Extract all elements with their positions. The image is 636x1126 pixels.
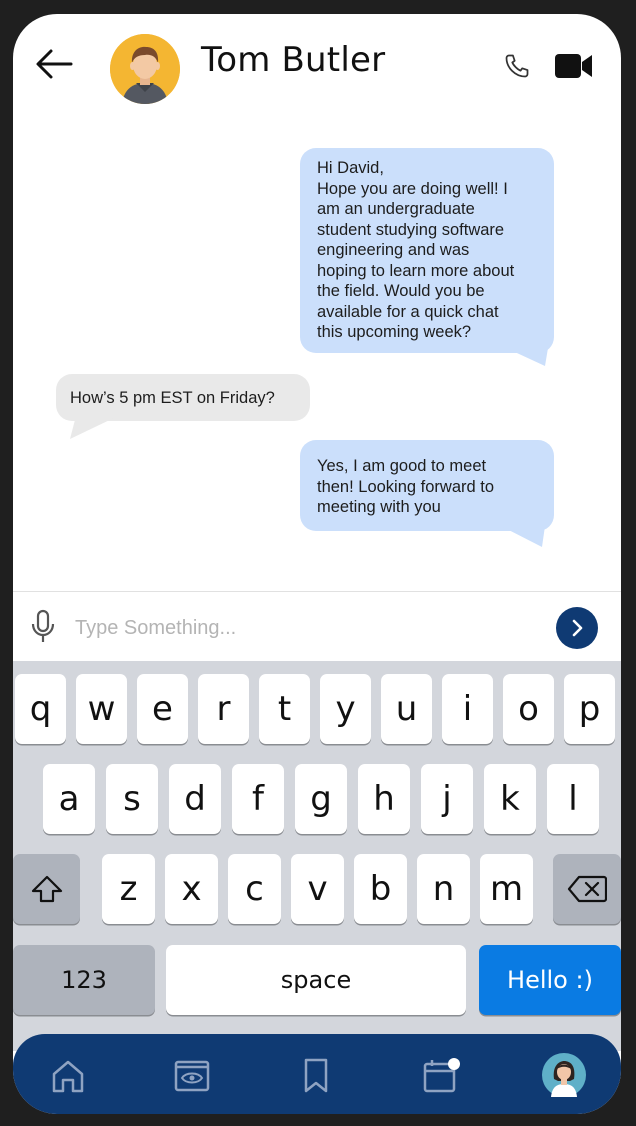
- key-f[interactable]: f: [232, 764, 284, 834]
- voice-input-button[interactable]: [30, 609, 56, 645]
- key-d[interactable]: d: [169, 764, 221, 834]
- shift-key[interactable]: [13, 854, 80, 924]
- message-line: available for a quick chat: [317, 302, 499, 321]
- key-s[interactable]: s: [106, 764, 158, 834]
- calendar-icon: [423, 1058, 460, 1093]
- key-u[interactable]: u: [381, 674, 432, 744]
- chat-header: Tom Butler: [13, 14, 621, 124]
- key-a[interactable]: a: [43, 764, 95, 834]
- bookmark-icon: [304, 1058, 328, 1093]
- back-button[interactable]: [35, 47, 75, 81]
- bubble-tail: [70, 416, 118, 439]
- key-w[interactable]: w: [76, 674, 127, 744]
- key-z[interactable]: z: [102, 854, 155, 924]
- bubble-tail: [506, 348, 548, 366]
- video-camera-icon: [555, 54, 592, 78]
- microphone-icon: [31, 609, 55, 642]
- suggestion-key[interactable]: Hello :): [479, 945, 621, 1015]
- key-y[interactable]: y: [320, 674, 371, 744]
- send-button[interactable]: [556, 607, 598, 649]
- phone-screen: Tom Butler Hi David, Hope you are doing …: [13, 14, 621, 1114]
- contact-name: Tom Butler: [201, 40, 386, 80]
- key-j[interactable]: j: [421, 764, 473, 834]
- profile-avatar-icon: [542, 1053, 586, 1097]
- nav-profile[interactable]: [542, 1053, 586, 1097]
- key-q[interactable]: q: [15, 674, 66, 744]
- key-p[interactable]: p: [564, 674, 615, 744]
- watch-icon: [174, 1060, 210, 1092]
- outgoing-message[interactable]: Yes, I am good to meet then! Looking for…: [300, 440, 554, 531]
- arrow-left-icon: [36, 49, 73, 79]
- nav-bookmarks[interactable]: [296, 1056, 336, 1096]
- nav-calendar[interactable]: [420, 1056, 460, 1096]
- key-x[interactable]: x: [165, 854, 218, 924]
- message-line: then! Looking forward to: [317, 477, 495, 496]
- chevron-right-icon: [572, 619, 583, 637]
- space-key[interactable]: space: [166, 945, 466, 1015]
- key-c[interactable]: c: [228, 854, 281, 924]
- key-r[interactable]: r: [198, 674, 249, 744]
- video-call-button[interactable]: [554, 52, 594, 80]
- key-i[interactable]: i: [442, 674, 493, 744]
- message-line: student studying software: [317, 220, 505, 239]
- message-composer: [13, 591, 621, 662]
- message-line: Hope you are doing well! I: [317, 179, 508, 198]
- notification-dot-icon: [448, 1058, 460, 1070]
- key-k[interactable]: k: [484, 764, 536, 834]
- voice-call-button[interactable]: [503, 52, 531, 80]
- home-icon: [52, 1060, 84, 1093]
- message-input[interactable]: [73, 610, 537, 646]
- message-line: this upcoming week?: [317, 323, 472, 341]
- message-line: meeting with you: [317, 498, 441, 516]
- message-line: am an undergraduate: [317, 200, 475, 218]
- message-line: engineering and was: [317, 241, 470, 259]
- contact-avatar[interactable]: [110, 34, 180, 104]
- backspace-icon: [567, 875, 607, 903]
- key-b[interactable]: b: [354, 854, 407, 924]
- key-t[interactable]: t: [259, 674, 310, 744]
- key-l[interactable]: l: [547, 764, 599, 834]
- key-v[interactable]: v: [291, 854, 344, 924]
- bubble-tail: [501, 526, 545, 547]
- key-h[interactable]: h: [358, 764, 410, 834]
- on-screen-keyboard: q w e r t y u i o p a s d f g h j k l z …: [13, 661, 621, 1051]
- numbers-key[interactable]: 123: [13, 945, 155, 1015]
- key-o[interactable]: o: [503, 674, 554, 744]
- key-m[interactable]: m: [480, 854, 533, 924]
- bottom-navigation: [13, 1034, 621, 1114]
- message-line: How’s 5 pm EST on Friday?: [70, 389, 275, 407]
- key-n[interactable]: n: [417, 854, 470, 924]
- nav-watch[interactable]: [172, 1056, 212, 1096]
- key-e[interactable]: e: [137, 674, 188, 744]
- phone-icon: [505, 54, 529, 78]
- backspace-key[interactable]: [553, 854, 621, 924]
- message-line: Yes, I am good to meet: [317, 457, 487, 475]
- message-line: the field. Would you be: [317, 282, 485, 300]
- key-g[interactable]: g: [295, 764, 347, 834]
- shift-arrow-icon: [31, 875, 62, 903]
- outgoing-message[interactable]: Hi David, Hope you are doing well! I am …: [300, 148, 554, 353]
- nav-home[interactable]: [48, 1056, 88, 1096]
- message-line: Hi David,: [317, 159, 384, 177]
- person-avatar-icon: [110, 34, 180, 104]
- message-line: hoping to learn more about: [317, 261, 515, 280]
- incoming-message[interactable]: How’s 5 pm EST on Friday?: [56, 374, 310, 421]
